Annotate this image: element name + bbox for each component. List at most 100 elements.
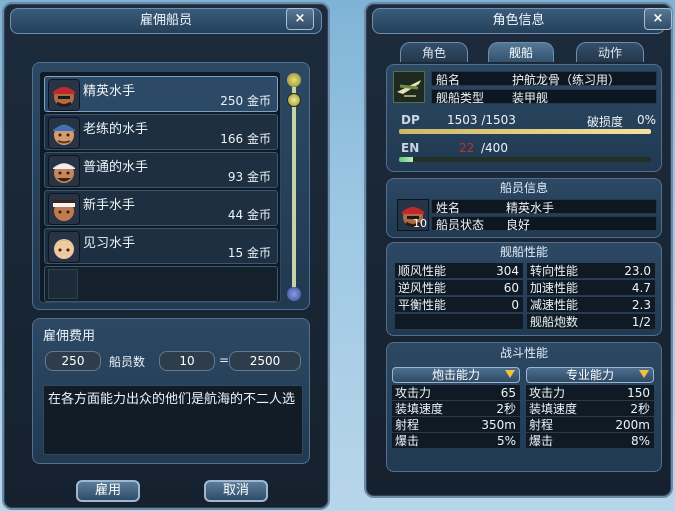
- elite-sailor-avatar: [48, 79, 80, 111]
- en-bar: [399, 157, 651, 162]
- stat-value: 2秒: [630, 402, 650, 416]
- cannon-ability-label: 炮击能力: [431, 368, 480, 382]
- crew-description-box: 在各方面能力出众的他们是航海的不二人选: [43, 385, 303, 455]
- dp-bar-fill: [399, 129, 651, 134]
- stat-label: 爆击: [395, 434, 420, 448]
- stat-label: 爆击: [529, 434, 554, 448]
- en-max: /400: [481, 141, 508, 155]
- stat-value: 5%: [496, 434, 516, 448]
- hire-window-title: 雇佣船员: [139, 13, 192, 28]
- crew-option-name: 新手水手: [83, 198, 136, 213]
- crew-list-scrollbar[interactable]: [287, 73, 301, 301]
- en-label: EN: [401, 141, 420, 155]
- stat-value: 200m: [615, 418, 650, 432]
- stat-label: 平衡性能: [398, 298, 447, 312]
- cannon-critical: 爆击 5%: [392, 433, 520, 449]
- crew-option-veteran[interactable]: 老练的水手 166 金币: [44, 114, 278, 150]
- cannon-range: 射程 350m: [392, 417, 520, 433]
- en-current: 22: [459, 141, 475, 155]
- hire-window-close-button[interactable]: ×: [286, 8, 314, 30]
- crew-status-value: 良好: [506, 218, 531, 232]
- crew-list-panel: 精英水手 250 金币 老练的水手 166 金币 普通的水手 93 金币 新手水…: [32, 62, 310, 310]
- equals-sign: =: [219, 353, 230, 367]
- special-ability-header[interactable]: 专业能力: [526, 367, 654, 383]
- regular-sailor-avatar: [48, 155, 80, 187]
- stat-label: 顺风性能: [398, 264, 447, 278]
- crew-option-price: 250 金币: [220, 94, 271, 108]
- stat-label: 加速性能: [530, 281, 579, 295]
- scroll-thumb[interactable]: [287, 93, 301, 107]
- tab-action[interactable]: 动作: [576, 42, 644, 62]
- stat-value: 8%: [630, 434, 650, 448]
- stat-value: 2秒: [496, 402, 516, 416]
- veteran-sailor-avatar: [48, 117, 80, 149]
- ship-name-row: 船名 护航龙骨（练习用）: [431, 71, 657, 87]
- stat-value: 1/2: [631, 315, 651, 329]
- hire-window-titlebar[interactable]: 雇佣船员: [10, 8, 322, 34]
- stat-label: 装填速度: [529, 402, 578, 416]
- stat-turning: 转向性能 23.0: [527, 263, 655, 279]
- stat-cannon-count: 舰船炮数 1/2: [527, 314, 655, 330]
- crew-status-row: 船员状态 良好: [431, 216, 657, 232]
- dropdown-arrow-icon: [639, 370, 649, 378]
- scroll-down-icon[interactable]: [287, 287, 301, 301]
- crew-status-label: 船员状态: [436, 218, 485, 232]
- stat-value: 0: [511, 298, 519, 312]
- crew-info-panel: 船员信息 10 姓名 精英水手 船员状态 良好: [386, 178, 662, 238]
- crew-description: 在各方面能力出众的他们是航海的不二人选: [48, 392, 296, 407]
- scroll-up-icon[interactable]: [287, 73, 301, 87]
- battle-title: 战斗性能: [499, 346, 548, 360]
- char-window-close-button[interactable]: ×: [644, 8, 672, 30]
- crew-option-name: 见习水手: [83, 236, 136, 251]
- crew-option-novice[interactable]: 新手水手 44 金币: [44, 190, 278, 226]
- special-critical: 爆击 8%: [526, 433, 654, 449]
- dp-value: 1503 /1503: [447, 113, 516, 127]
- performance-title: 舰船性能: [499, 245, 548, 259]
- crew-count-field[interactable]: 10: [159, 351, 215, 371]
- stat-value: 23.0: [624, 264, 651, 278]
- ship-performance-panel: 舰船性能 顺风性能 304 逆风性能 60 平衡性能 0 转向性能 23.0 加…: [386, 242, 662, 336]
- stat-value: 4.7: [631, 281, 651, 295]
- crew-option-price: 93 金币: [227, 170, 271, 184]
- cannon-attack: 攻击力 65: [392, 385, 520, 401]
- crew-option-name: 老练的水手: [83, 122, 149, 137]
- stat-empty: [395, 314, 523, 330]
- crew-option-empty: [44, 266, 278, 302]
- unit-cost-field: 250: [45, 351, 101, 371]
- ship-info-panel: 船名 护航龙骨（练习用） 舰船类型 装甲舰 DP 1503 /1503 破损度 …: [386, 64, 662, 172]
- tab-ship[interactable]: 舰船: [488, 42, 554, 62]
- crew-option-regular[interactable]: 普通的水手 93 金币: [44, 152, 278, 188]
- tab-character[interactable]: 角色: [400, 42, 468, 62]
- crew-option-name: 普通的水手: [83, 160, 149, 175]
- crew-count-badge: 10: [413, 217, 427, 230]
- crew-option-price: 15 金币: [227, 246, 271, 260]
- stat-value: 150: [627, 386, 650, 400]
- special-attack: 攻击力 150: [526, 385, 654, 401]
- crew-option-trainee[interactable]: 见习水手 15 金币: [44, 228, 278, 264]
- crew-list: 精英水手 250 金币 老练的水手 166 金币 普通的水手 93 金币 新手水…: [39, 71, 281, 303]
- close-icon: ×: [294, 11, 306, 26]
- character-info-window: 角色信息 × 角色 舰船 动作 船名 护航龙骨（练习用） 舰船类型 装甲舰 DP…: [364, 2, 673, 498]
- scroll-track[interactable]: [292, 87, 296, 287]
- empty-slot: [48, 269, 78, 299]
- cancel-button[interactable]: 取消: [204, 480, 268, 502]
- ship-name-value: 护航龙骨（练习用）: [512, 73, 621, 87]
- stat-value: 350m: [481, 418, 516, 432]
- total-cost-field: 2500: [229, 351, 301, 371]
- stat-label: 减速性能: [530, 298, 579, 312]
- ship-name-label: 船名: [436, 73, 461, 87]
- crew-option-price: 166 金币: [220, 132, 271, 146]
- crew-name-row: 姓名 精英水手: [431, 199, 657, 215]
- hire-button[interactable]: 雇用: [76, 480, 140, 502]
- cannon-ability-header[interactable]: 炮击能力: [392, 367, 520, 383]
- close-icon: ×: [652, 11, 664, 26]
- en-bar-fill: [399, 157, 413, 162]
- novice-sailor-avatar: [48, 193, 80, 225]
- crew-option-elite[interactable]: 精英水手 250 金币: [44, 76, 278, 112]
- hire-cost-panel: 雇佣费用 250 船员数 10 = 2500 在各方面能力出众的他们是航海的不二…: [32, 318, 310, 464]
- stat-label: 装填速度: [395, 402, 444, 416]
- ship-type-row: 舰船类型 装甲舰: [431, 89, 657, 105]
- dp-label: DP: [401, 113, 420, 127]
- char-window-titlebar[interactable]: 角色信息: [372, 8, 665, 34]
- trainee-sailor-avatar: [48, 231, 80, 263]
